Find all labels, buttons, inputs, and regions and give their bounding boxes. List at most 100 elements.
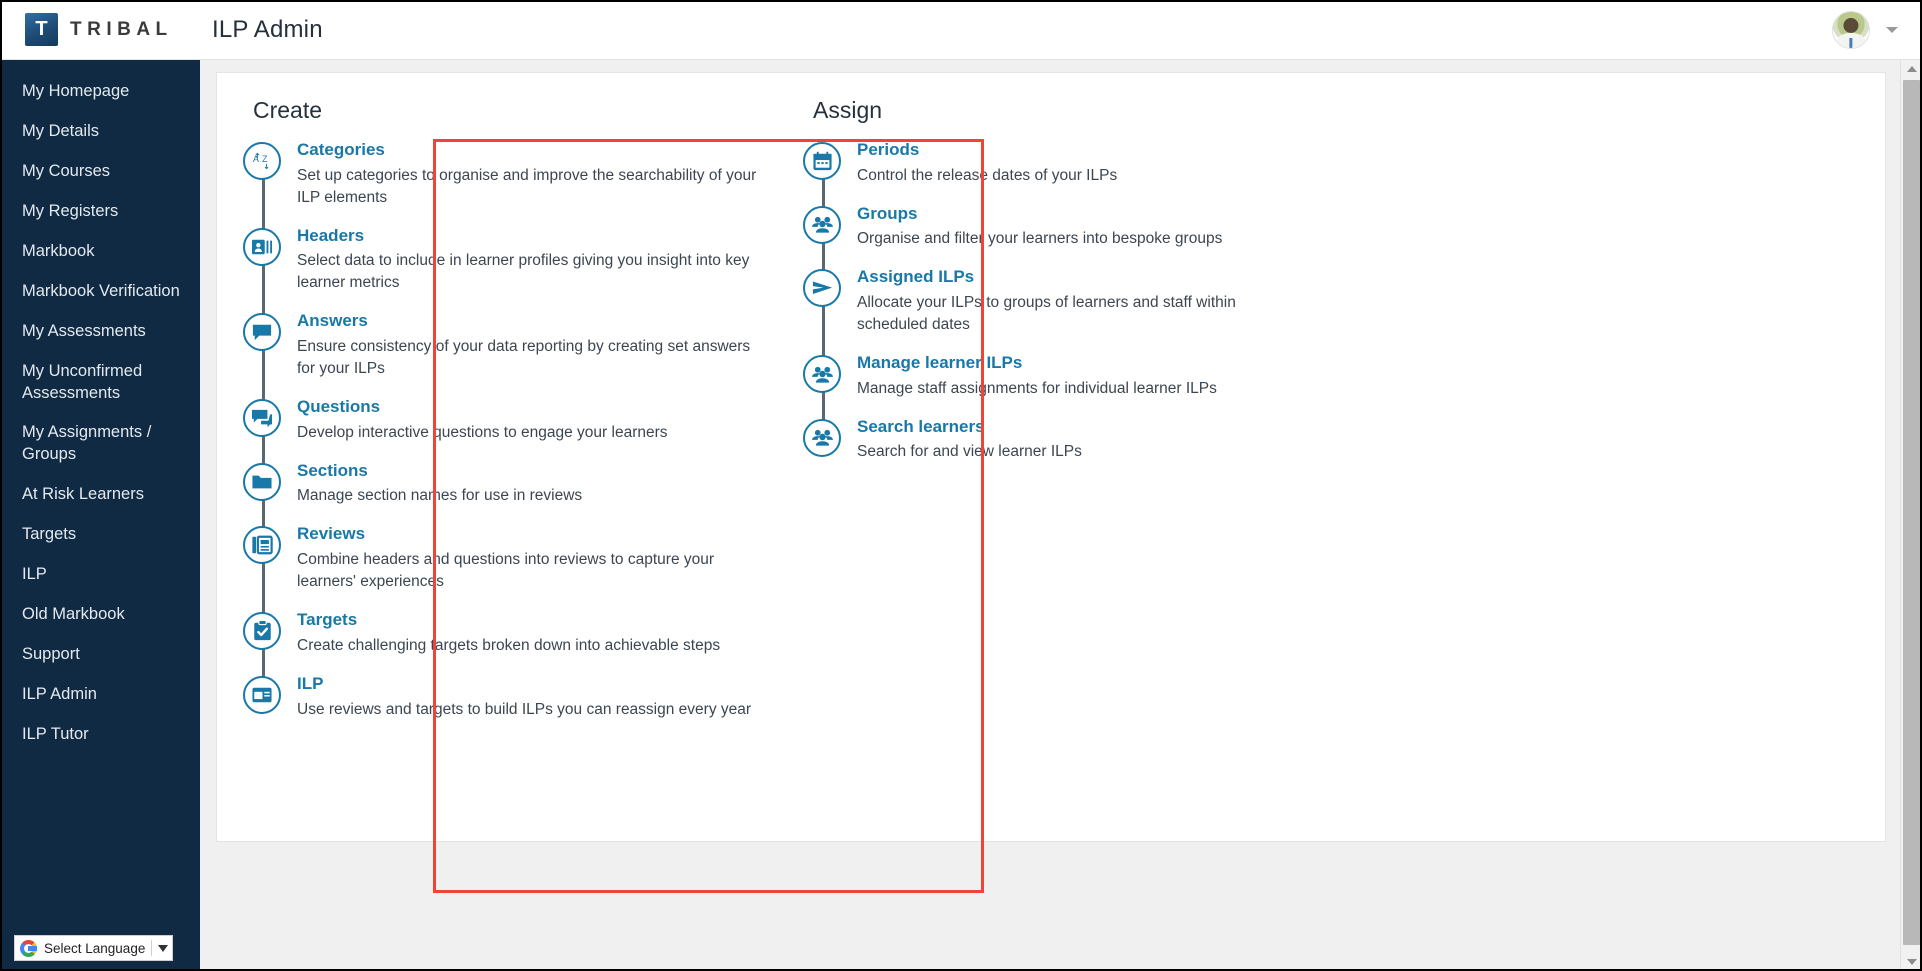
assign-link-assigned-ilps[interactable]: Assigned ILPs xyxy=(857,268,974,287)
google-logo-icon xyxy=(20,939,37,957)
create-link-questions[interactable]: Questions xyxy=(297,397,380,417)
divider xyxy=(151,940,153,956)
sidebar-item-my-homepage[interactable]: My Homepage xyxy=(0,72,200,112)
assign-description: Manage staff assignments for individual … xyxy=(857,379,1217,397)
brand-name: TRIBAL xyxy=(70,18,173,40)
create-item[interactable]: Questions Develop interactive questions t… xyxy=(235,397,777,444)
assign-heading: Assign xyxy=(813,97,883,123)
speech-bubble-icon xyxy=(243,313,281,352)
columns: Create A Z Categories Set up categories to … xyxy=(217,97,1885,738)
create-item[interactable]: Targets Create challenging targets broken… xyxy=(235,610,777,657)
sidebar-item-at-risk-learners[interactable]: At Risk Learners xyxy=(0,475,200,515)
avatar-head xyxy=(1843,17,1859,34)
create-item[interactable]: A Z Categories Set up categories to organis… xyxy=(235,140,777,209)
tribal-mark-icon: T xyxy=(25,13,58,46)
brand-logo[interactable]: T TRIBAL xyxy=(25,13,190,46)
page-title: ILP Admin xyxy=(212,15,323,43)
people-group-icon xyxy=(803,205,841,244)
chevron-down-icon[interactable] xyxy=(158,944,169,952)
language-selector-label: Select Language xyxy=(44,940,146,956)
create-heading: Create xyxy=(253,97,323,123)
create-link-ilp[interactable]: ILP xyxy=(297,674,323,694)
create-link-reviews[interactable]: Reviews xyxy=(297,525,365,544)
calendar-icon xyxy=(803,142,841,180)
create-link-answers[interactable]: Answers xyxy=(297,312,368,331)
sidebar-item-my-registers[interactable]: My Registers xyxy=(0,192,200,232)
create-description: Select data to include in learner profil… xyxy=(297,252,750,292)
assign-item[interactable]: Manage learner ILPs Manage staff assignme… xyxy=(795,353,1417,400)
svg-text:A: A xyxy=(253,154,260,164)
create-description: Ensure consistency of your data reportin… xyxy=(297,338,751,378)
create-description: Manage section names for use in reviews xyxy=(297,487,583,505)
scrollbar-thumb[interactable] xyxy=(1903,80,1920,945)
document-list-icon xyxy=(243,526,281,565)
chevron-down-icon xyxy=(1906,959,1917,965)
sidebar-item-ilp[interactable]: ILP xyxy=(0,555,200,595)
avatar-tie xyxy=(1849,38,1853,48)
window-panel-icon xyxy=(243,675,281,714)
sidebar-item-my-unconfirmed-assessments[interactable]: My Unconfirmed Assessments xyxy=(0,352,200,414)
create-timeline: A Z Categories Set up categories to organis… xyxy=(235,140,777,721)
svg-text:Z: Z xyxy=(262,154,268,164)
chevron-up-icon xyxy=(1906,66,1917,72)
id-card-icon xyxy=(243,227,281,266)
send-arrow-icon xyxy=(803,269,841,308)
sidebar-item-my-courses[interactable]: My Courses xyxy=(0,152,200,192)
sidebar-nav: My Homepage My Details My Courses My Regist… xyxy=(0,72,200,755)
scroll-up-button[interactable] xyxy=(1901,60,1922,78)
assign-column: Assign Periods Control the release dates … xyxy=(777,97,1417,738)
assign-item[interactable]: Groups Organise and filter your learners … xyxy=(795,204,1417,251)
sidebar: My Homepage My Details My Courses My Regist… xyxy=(0,60,200,971)
create-description: Develop interactive questions to engage … xyxy=(297,423,668,441)
assign-link-groups[interactable]: Groups xyxy=(857,204,917,224)
scroll-down-button[interactable] xyxy=(1901,953,1922,971)
people-group-icon xyxy=(803,418,841,457)
sidebar-item-ilp-tutor[interactable]: ILP Tutor xyxy=(0,715,200,755)
assign-description: Organise and filter your learners into b… xyxy=(857,230,1223,248)
page-scrollbar[interactable] xyxy=(1900,60,1922,971)
assign-item[interactable]: Search learners Search for and view learn… xyxy=(795,417,1417,464)
create-item[interactable]: Sections Manage section names for use in … xyxy=(235,461,777,508)
sidebar-item-my-details[interactable]: My Details xyxy=(0,112,200,152)
assign-description: Search for and view learner ILPs xyxy=(857,443,1082,461)
create-item[interactable]: Reviews Combine headers and questions int… xyxy=(235,524,777,593)
sidebar-item-old-markbook[interactable]: Old Markbook xyxy=(0,595,200,635)
sidebar-item-my-assignments-groups[interactable]: My Assignments / Groups xyxy=(0,413,200,475)
sidebar-item-markbook-verification[interactable]: Markbook Verification xyxy=(0,272,200,312)
assign-link-search-learners[interactable]: Search learners xyxy=(857,417,985,437)
folder-icon xyxy=(243,462,281,501)
assign-description: Allocate your ILPs to groups of learners… xyxy=(857,294,1236,334)
chevron-down-icon[interactable] xyxy=(1886,26,1898,33)
create-description: Create challenging targets broken down i… xyxy=(297,636,721,654)
assign-item[interactable]: Assigned ILPs Allocate your ILPs to group… xyxy=(795,267,1417,336)
create-item[interactable]: Headers Select data to include in learner… xyxy=(235,226,777,295)
chat-bubbles-icon xyxy=(243,399,281,438)
create-description: Combine headers and questions into revie… xyxy=(297,551,715,591)
language-selector[interactable]: Select Language xyxy=(14,935,174,961)
main-content: Create A Z Categories Set up categories to … xyxy=(200,60,1922,971)
user-avatar[interactable] xyxy=(1832,10,1870,49)
create-link-targets[interactable]: Targets xyxy=(297,610,357,630)
sidebar-item-markbook[interactable]: Markbook xyxy=(0,232,200,272)
clipboard-check-icon xyxy=(243,612,281,651)
create-column: Create A Z Categories Set up categories to … xyxy=(217,97,777,738)
sidebar-item-support[interactable]: Support xyxy=(0,635,200,675)
create-link-headers[interactable]: Headers xyxy=(297,226,364,246)
sidebar-item-my-assessments[interactable]: My Assessments xyxy=(0,312,200,352)
assign-item[interactable]: Periods Control the release dates of your… xyxy=(795,140,1417,187)
create-item[interactable]: ILP Use reviews and targets to build ILPs… xyxy=(235,674,777,721)
top-bar-right xyxy=(1832,10,1898,49)
create-item[interactable]: Answers Ensure consistency of your data r… xyxy=(235,311,777,380)
assign-timeline: Periods Control the release dates of your… xyxy=(795,140,1417,463)
sidebar-item-ilp-admin[interactable]: ILP Admin xyxy=(0,675,200,715)
create-link-sections[interactable]: Sections xyxy=(297,461,368,481)
top-bar: T TRIBAL ILP Admin xyxy=(0,0,1922,60)
create-description: Set up categories to organise and improv… xyxy=(297,166,757,206)
sidebar-item-targets[interactable]: Targets xyxy=(0,515,200,555)
admin-panel-card: Create A Z Categories Set up categories to … xyxy=(216,72,1886,893)
create-link-categories[interactable]: Categories xyxy=(297,140,385,160)
people-group-icon xyxy=(803,355,841,394)
assign-link-manage-learner-ilps[interactable]: Manage learner ILPs xyxy=(857,353,1022,373)
assign-link-periods[interactable]: Periods xyxy=(857,140,919,160)
assign-description: Control the release dates of your ILPs xyxy=(857,166,1118,184)
